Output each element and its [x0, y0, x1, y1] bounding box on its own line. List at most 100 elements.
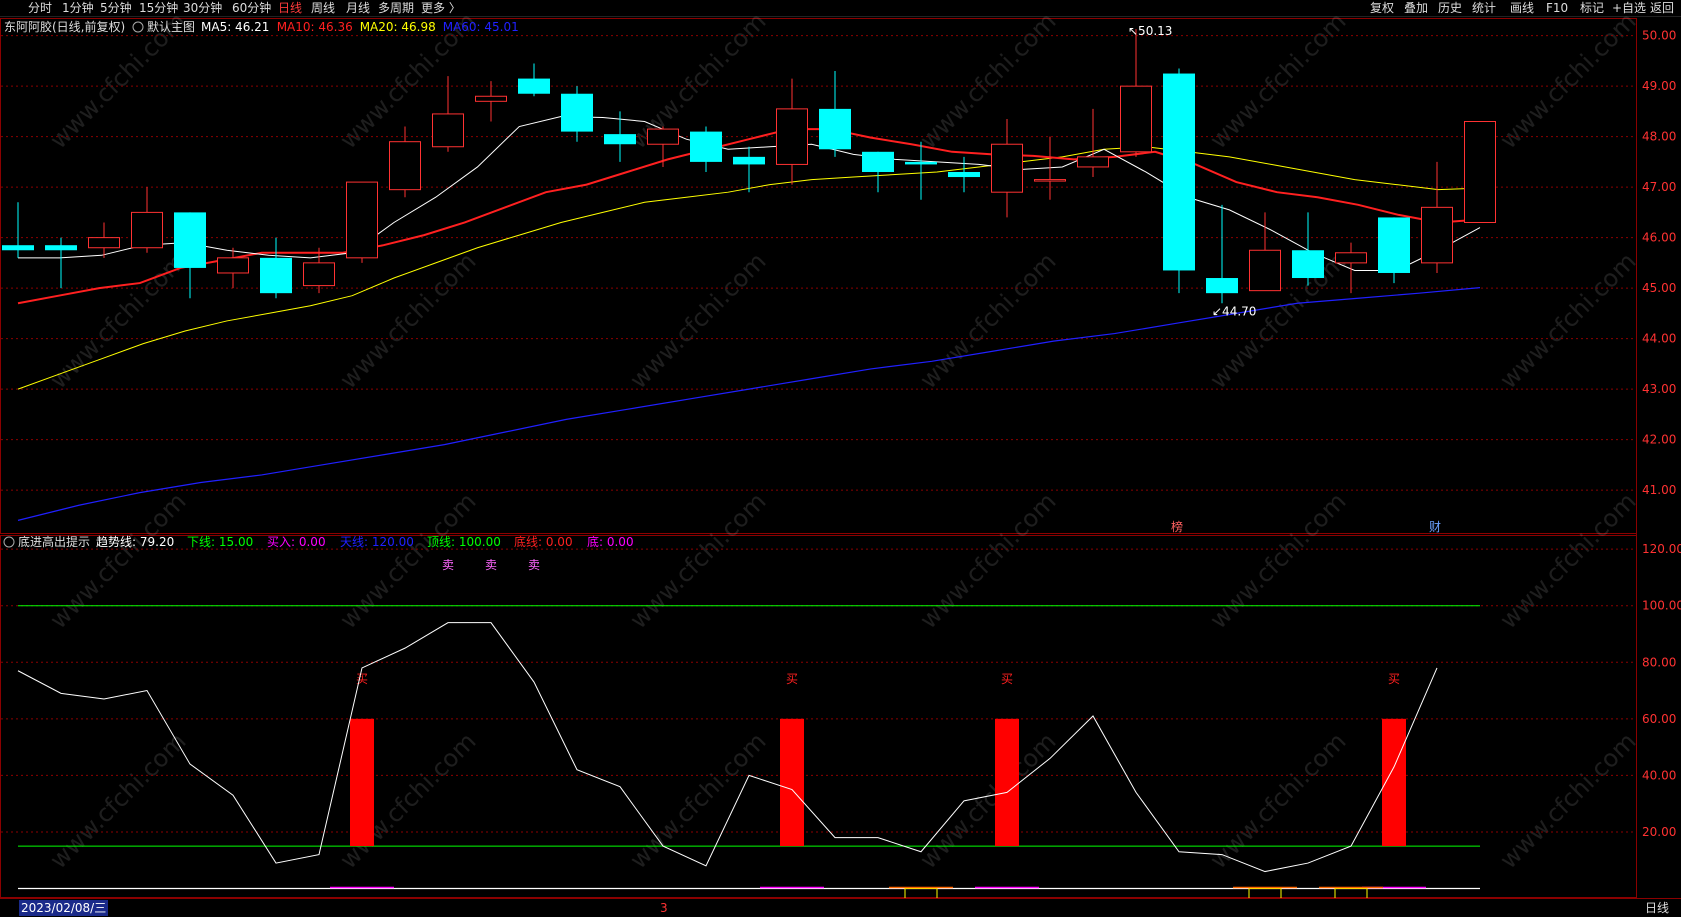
candle-body	[991, 143, 1023, 193]
candle-body	[905, 161, 937, 165]
candle-body	[2, 245, 34, 251]
watermark-text: www.cfchi.com	[1494, 247, 1641, 394]
candle	[690, 126, 722, 172]
candle	[561, 86, 593, 142]
sub-tick-label: 100.00	[1642, 599, 1681, 613]
candle	[432, 76, 464, 152]
price-tick-label: 46.00	[1642, 231, 1676, 245]
buy-label: 买	[1388, 672, 1400, 686]
candle	[1163, 68, 1195, 294]
ma-legend-0: MA5: 46.21	[201, 20, 269, 34]
candle	[2, 202, 34, 258]
candle-body	[389, 141, 421, 191]
watermark-text: www.cfchi.com	[44, 727, 191, 874]
watermark-text: www.cfchi.com	[1204, 7, 1351, 154]
ma-legend-3: MA60: 45.01	[443, 20, 519, 34]
candle	[1249, 212, 1281, 292]
candle-body	[45, 245, 77, 251]
candle-body	[1378, 217, 1410, 273]
buy-label: 买	[356, 672, 368, 686]
candle	[647, 126, 679, 167]
candle-body	[1077, 156, 1109, 168]
sub-tick-label: 40.00	[1642, 768, 1676, 782]
candle	[217, 247, 249, 289]
candle-body	[1120, 85, 1152, 153]
buy-bar	[350, 718, 374, 847]
sub-tick-label: 80.00	[1642, 655, 1676, 669]
sub-tick-label: 20.00	[1642, 825, 1676, 839]
candle-body	[604, 134, 636, 145]
buy-label: 买	[786, 672, 798, 686]
candle	[1464, 121, 1496, 223]
watermark-text: www.cfchi.com	[44, 247, 191, 394]
marker-cai: 财	[1429, 520, 1441, 534]
candle-body	[647, 128, 679, 145]
sub-legend-6: 底: 0.00	[587, 534, 634, 549]
candle-body	[1335, 252, 1367, 264]
candle	[1206, 204, 1238, 304]
candle-body	[948, 171, 980, 178]
price-tick-label: 44.00	[1642, 332, 1676, 346]
price-tick-label: 45.00	[1642, 281, 1676, 295]
candle	[260, 237, 292, 299]
watermark-text: www.cfchi.com	[334, 247, 481, 394]
candle-body	[776, 108, 808, 165]
watermark-text: www.cfchi.com	[1204, 727, 1351, 874]
sub-legend-5: 底线: 0.00	[514, 534, 573, 549]
candle	[819, 71, 851, 157]
main-panel-border	[0, 18, 1637, 534]
price-tick-label: 42.00	[1642, 433, 1676, 447]
buy-bar	[780, 718, 804, 847]
watermark-text: www.cfchi.com	[624, 487, 771, 634]
candle	[1421, 161, 1453, 273]
candle-body	[733, 156, 765, 165]
period-label[interactable]: 日线	[1645, 900, 1669, 916]
candle	[862, 151, 894, 193]
buy-label: 买	[1001, 672, 1013, 686]
high-annotation: ↖50.13	[1128, 24, 1172, 38]
watermark-text: www.cfchi.com	[1204, 487, 1351, 634]
sub-tick-label: 120.00	[1642, 542, 1681, 556]
candle-body	[1034, 179, 1066, 182]
candle-body	[1249, 249, 1281, 292]
low-annotation: ↙44.70	[1212, 304, 1256, 318]
candle	[776, 78, 808, 185]
candle	[45, 237, 77, 289]
candle-body	[862, 151, 894, 172]
watermark-text: www.cfchi.com	[334, 487, 481, 634]
sell-label: 卖	[528, 558, 540, 572]
candle-body	[303, 262, 335, 287]
candle-body	[1163, 73, 1195, 271]
watermark-text: www.cfchi.com	[44, 487, 191, 634]
watermark-text: www.cfchi.com	[914, 727, 1061, 874]
candle	[518, 63, 550, 97]
watermark-text: www.cfchi.com	[624, 247, 771, 394]
candle-body	[174, 212, 206, 268]
candle-body	[518, 78, 550, 94]
marker-bang: 榜	[1171, 519, 1183, 534]
current-date[interactable]: 2023/02/08/三	[19, 900, 109, 916]
candle-body	[346, 181, 378, 259]
ma-legend-1: MA10: 46.36	[277, 20, 353, 34]
watermark-text: www.cfchi.com	[624, 727, 771, 874]
mid-marker: 3	[660, 901, 668, 915]
sub-legend-4: 顶线: 100.00	[427, 535, 501, 549]
candle-body	[1292, 250, 1324, 279]
sub-tick-label: 60.00	[1642, 712, 1676, 726]
main-stock-title: 东阿阿胶(日线,前复权)	[4, 19, 125, 34]
watermark-text: www.cfchi.com	[1494, 727, 1641, 874]
candle	[475, 81, 507, 122]
price-tick-label: 41.00	[1642, 483, 1676, 497]
candle-body	[260, 257, 292, 294]
candle-body	[432, 113, 464, 148]
watermark-text: www.cfchi.com	[1494, 487, 1641, 634]
sell-label: 卖	[485, 558, 497, 572]
sub-legend-3: 天线: 120.00	[340, 535, 414, 549]
candle	[389, 126, 421, 198]
chart-canvas[interactable]: www.cfchi.com www.cfchi.com www.cfchi.com w…	[0, 0, 1681, 916]
candle	[1292, 212, 1324, 286]
candle-body	[561, 93, 593, 132]
sell-label: 卖	[442, 558, 454, 572]
candle	[604, 111, 636, 162]
sub-indicator-name: 底进高出提示	[18, 534, 90, 549]
